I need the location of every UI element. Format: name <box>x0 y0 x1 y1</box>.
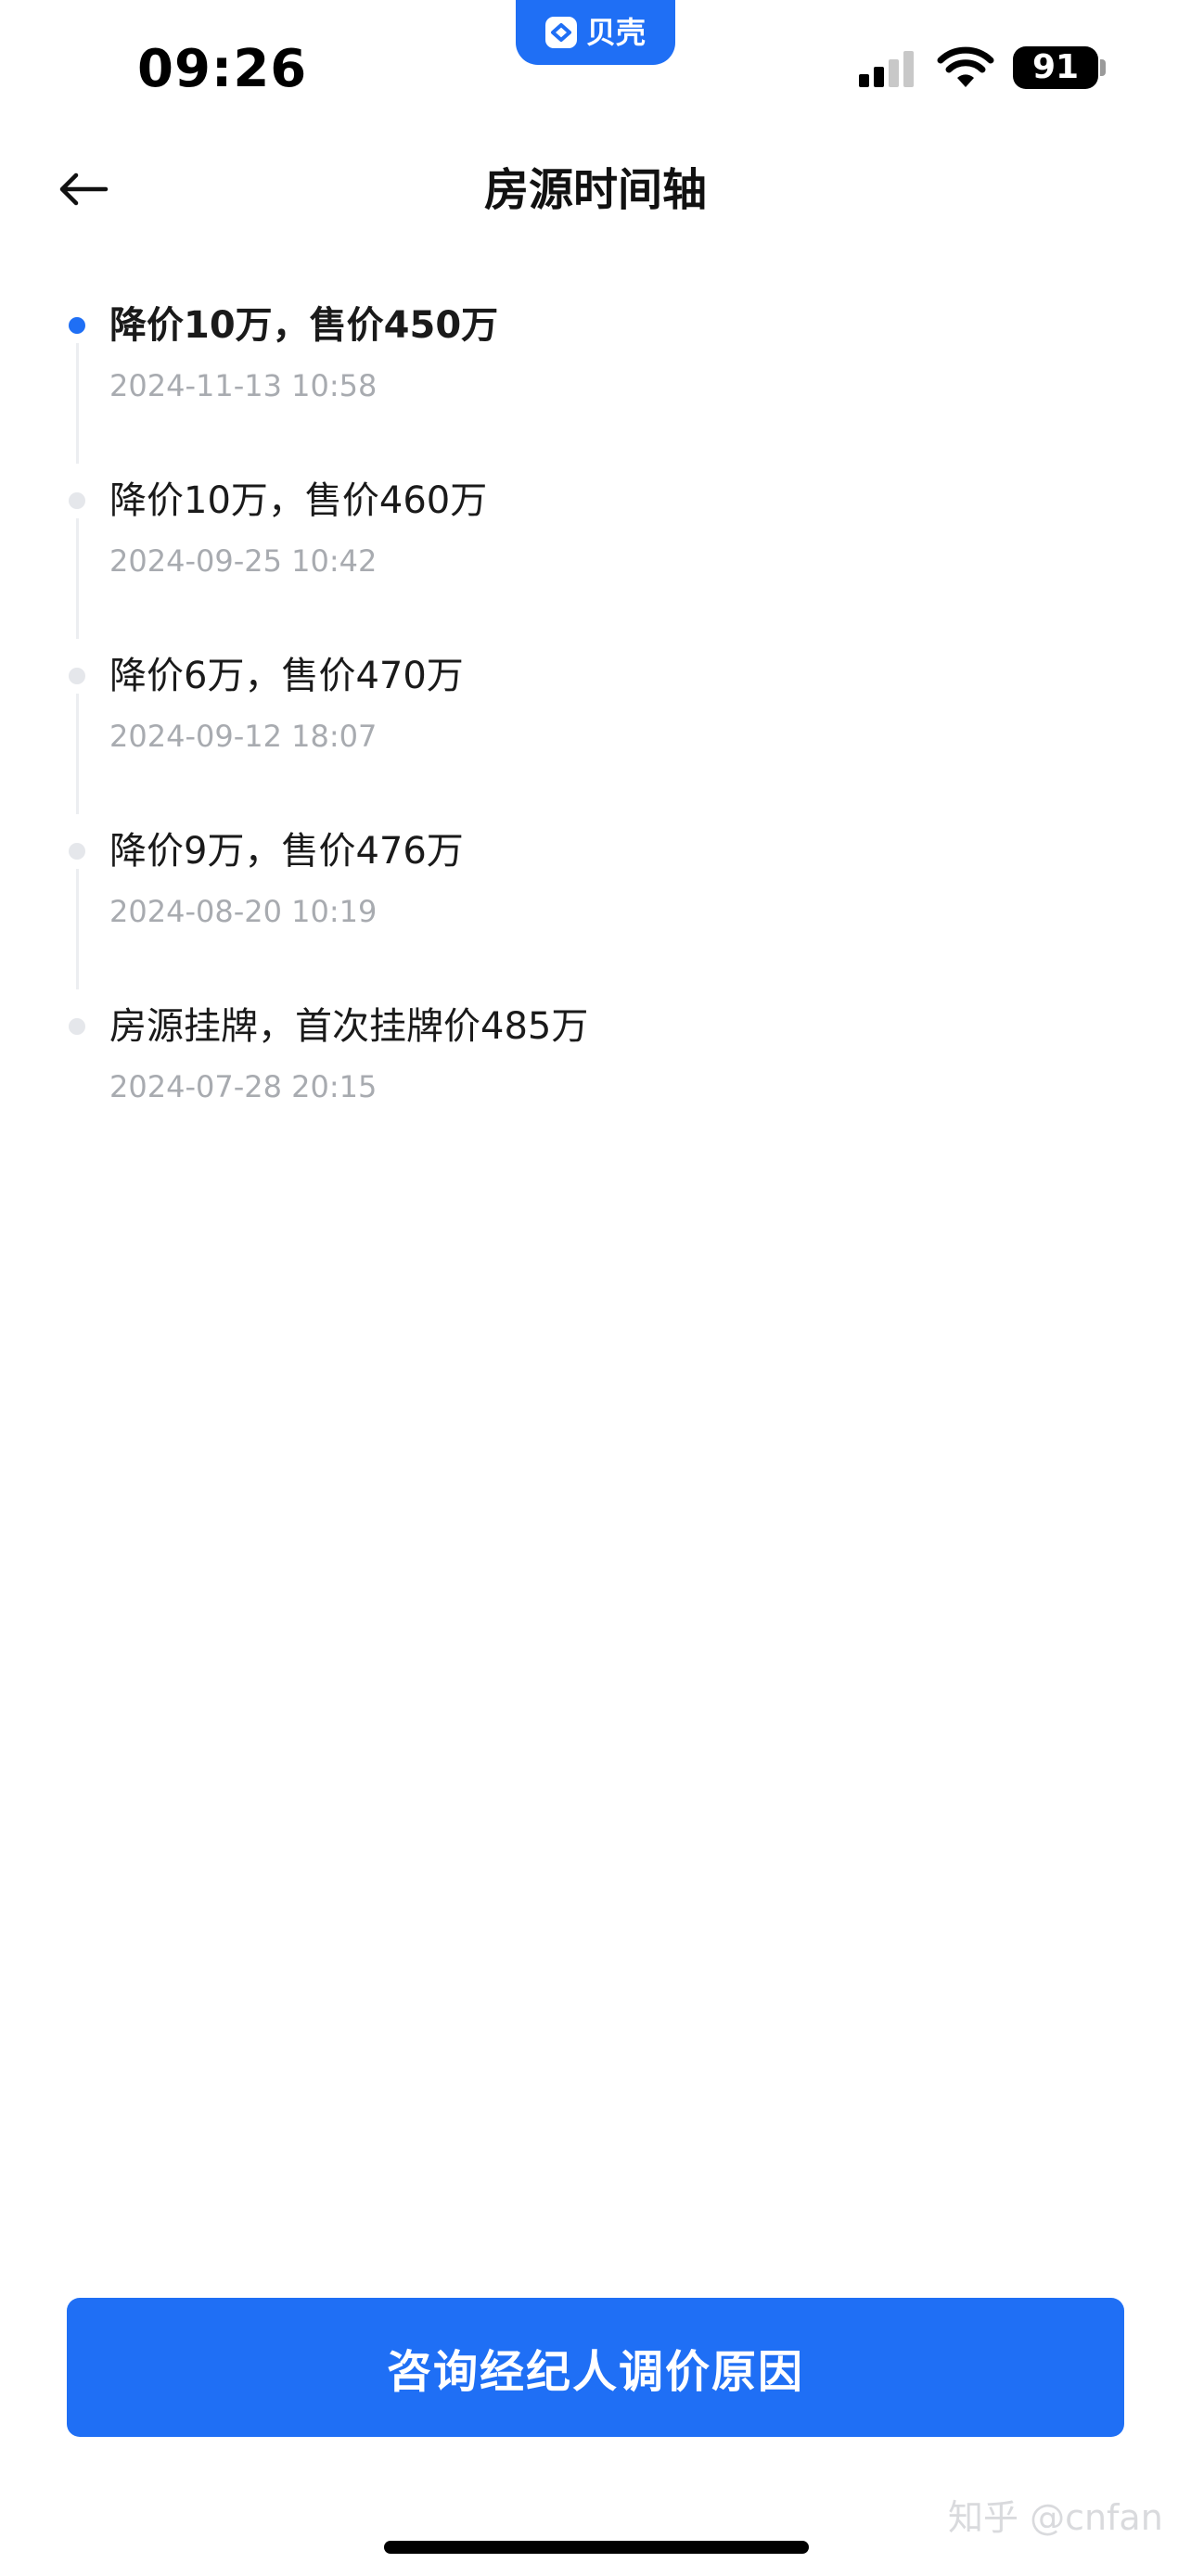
battery-icon: 91 <box>1013 46 1098 89</box>
timeline-connector <box>76 869 79 989</box>
timeline-item-time: 2024-08-20 10:19 <box>109 894 378 929</box>
timeline-item-title: 降价9万，售价476万 <box>109 830 464 873</box>
home-indicator[interactable] <box>384 2541 809 2554</box>
timeline-connector <box>76 518 79 639</box>
timeline-item-time: 2024-09-12 18:07 <box>109 719 378 754</box>
timeline-dot <box>69 668 85 684</box>
timeline-item-title: 降价6万，售价470万 <box>109 655 464 697</box>
watermark: 知乎 @cnfan <box>948 2497 1163 2538</box>
page-title: 房源时间轴 <box>483 164 707 216</box>
timeline-item: 降价10万，售价450万 2024-11-13 10:58 <box>0 295 1191 470</box>
app-badge[interactable]: 贝壳 <box>516 0 675 65</box>
consult-agent-button[interactable]: 咨询经纪人调价原因 <box>67 2298 1124 2437</box>
timeline-connector <box>76 694 79 814</box>
timeline-item-title: 降价10万，售价450万 <box>109 304 499 347</box>
timeline-connector <box>76 343 79 464</box>
timeline-dot <box>69 1018 85 1035</box>
wifi-icon <box>937 46 994 87</box>
timeline-item-time: 2024-09-25 10:42 <box>109 543 378 579</box>
timeline-item-time: 2024-07-28 20:15 <box>109 1069 378 1104</box>
timeline-item: 房源挂牌，首次挂牌价485万 2024-07-28 20:15 <box>0 996 1191 1171</box>
timeline: 降价10万，售价450万 2024-11-13 10:58 降价10万，售价46… <box>0 295 1191 1171</box>
timeline-item-time: 2024-11-13 10:58 <box>109 368 378 403</box>
timeline-dot <box>69 843 85 860</box>
timeline-dot <box>69 317 85 334</box>
timeline-dot <box>69 492 85 509</box>
battery-nub <box>1100 59 1106 76</box>
signal-icon <box>859 51 914 87</box>
battery-level: 91 <box>1031 48 1080 86</box>
timeline-item-title: 降价10万，售价460万 <box>109 479 488 522</box>
beike-logo-icon <box>544 17 577 48</box>
status-bar-time: 09:26 <box>137 39 308 99</box>
timeline-item-title: 房源挂牌，首次挂牌价485万 <box>109 1005 589 1048</box>
timeline-item: 降价6万，售价470万 2024-09-12 18:07 <box>0 645 1191 821</box>
timeline-item: 降价9万，售价476万 2024-08-20 10:19 <box>0 821 1191 996</box>
app-badge-label: 贝壳 <box>585 15 646 50</box>
timeline-item: 降价10万，售价460万 2024-09-25 10:42 <box>0 470 1191 645</box>
